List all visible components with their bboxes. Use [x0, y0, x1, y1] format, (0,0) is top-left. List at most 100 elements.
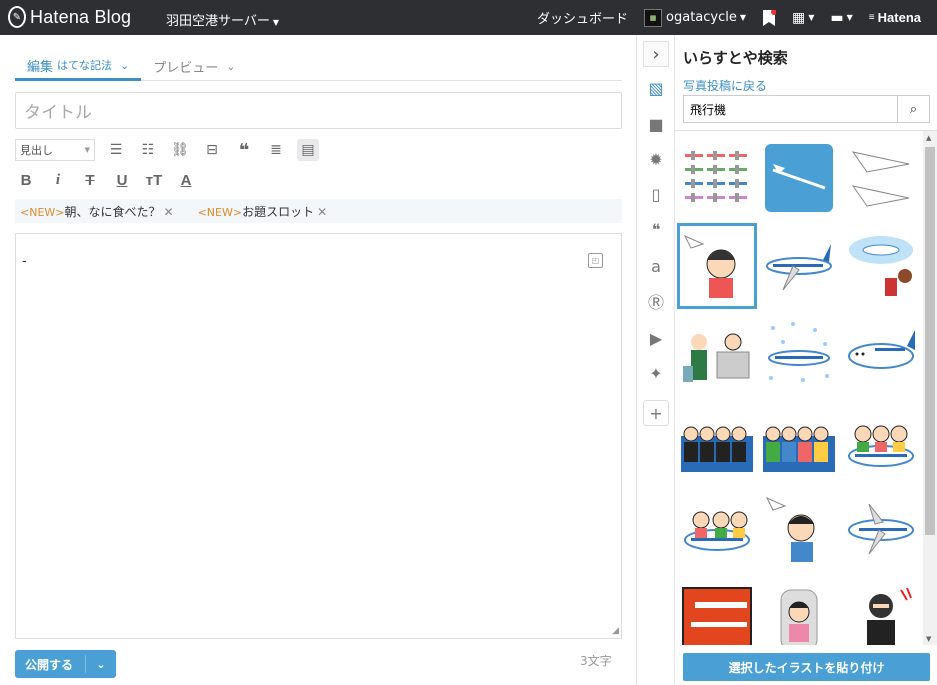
- youtube-icon[interactable]: ▶: [643, 325, 669, 351]
- text-style-toolbar: B i T U тT A: [15, 168, 197, 192]
- hatena-blog-logo[interactable]: ✎ Hatena Blog: [8, 6, 131, 28]
- paragraph-icon[interactable]: ≣: [265, 139, 287, 161]
- quote-icon[interactable]: ❝: [643, 216, 669, 242]
- thumbnail-family-airplane[interactable]: [841, 399, 921, 485]
- results-list: ▲ ▼: [675, 130, 937, 645]
- suggestion-text: お題スロット: [242, 204, 315, 219]
- title-input[interactable]: タイトル: [15, 92, 622, 129]
- resize-handle-icon[interactable]: ◢: [612, 626, 619, 636]
- paste-selected-button[interactable]: 選択したイラストを貼り付け: [683, 653, 930, 681]
- tab-preview[interactable]: プレビュー ⌄: [141, 52, 247, 81]
- panel-title: いらすとや検索: [683, 49, 788, 67]
- thumbnail-airplane-sky[interactable]: [759, 135, 839, 221]
- hatena-brand[interactable]: ≡ Hatena: [869, 10, 921, 25]
- thumbnail-girl-paper-plane[interactable]: [677, 223, 757, 309]
- back-to-photo-link[interactable]: 写真投稿に戻る: [683, 77, 767, 94]
- body-text: -: [22, 254, 27, 269]
- bold-icon[interactable]: B: [15, 169, 37, 191]
- airplane-sky-illustration: [765, 144, 833, 212]
- folder-icon[interactable]: ■: [643, 111, 669, 137]
- heading-select[interactable]: 見出し ▼: [15, 139, 95, 161]
- messages-menu[interactable]: ▬ ▼: [830, 10, 852, 26]
- dashboard-link[interactable]: ダッシュボード: [537, 8, 628, 27]
- brand-text: Hatena: [877, 10, 921, 25]
- thumbnail-flight-recorder[interactable]: [677, 575, 757, 645]
- bookmark-icon: [763, 9, 777, 26]
- close-icon[interactable]: ✕: [317, 205, 327, 219]
- twitter-icon[interactable]: ✦: [643, 360, 669, 386]
- scrollbar[interactable]: ▲ ▼: [923, 131, 937, 645]
- body-editor[interactable]: - ◰ ◢: [15, 233, 622, 639]
- tool-sidebar: › ▧ ■ ✹ ▯ ❝ a Ⓡ ▶ ✦ +: [636, 35, 674, 685]
- thumbnail-airplane-snow[interactable]: [759, 311, 839, 397]
- heading-select-value: 見出し: [20, 144, 53, 157]
- image-icon[interactable]: ▧: [643, 75, 669, 101]
- thumbnail-airplane-seat[interactable]: [759, 575, 839, 645]
- thumbnail-hijacker[interactable]: [841, 575, 921, 645]
- search-input[interactable]: [684, 96, 897, 122]
- scroll-up-icon[interactable]: ▲: [926, 134, 931, 142]
- hijacker-illustration: [867, 587, 912, 645]
- chevron-down-icon[interactable]: ⌄: [86, 658, 116, 671]
- kids-airplane-illustration: [684, 511, 750, 551]
- thumbnail-airplane-face[interactable]: [841, 311, 921, 397]
- quote-icon[interactable]: ❝: [233, 139, 255, 161]
- fullscreen-preview-icon[interactable]: ◰: [588, 253, 603, 268]
- suggestion-item[interactable]: <NEW>お題スロット ✕: [198, 203, 328, 220]
- char-count: 3文字: [580, 654, 612, 668]
- bullet-list-icon[interactable]: ☰: [105, 139, 127, 161]
- airplane-travel-illustration: [849, 236, 913, 296]
- apps-menu[interactable]: ▦ ▼: [792, 10, 814, 26]
- passengers-1-illustration: [681, 426, 753, 472]
- user-menu[interactable]: ▦ ogatacycle ▼: [644, 8, 746, 27]
- grid-icon: ▦: [792, 9, 806, 26]
- italic-icon[interactable]: i: [47, 169, 69, 191]
- scroll-down-icon[interactable]: ▼: [926, 635, 931, 643]
- suggestion-item[interactable]: <NEW>朝、なに食べた？ ✕: [20, 203, 174, 220]
- thumbnail-airplanes-set[interactable]: [677, 135, 757, 221]
- thumbnail-passengers-2[interactable]: [759, 399, 839, 485]
- hatena-logo-icon: ≡: [868, 12, 875, 23]
- thumbnail-boy-paper-plane[interactable]: [759, 487, 839, 573]
- airplane-snow-illustration: [768, 322, 830, 382]
- thumbnail-kids-airplane[interactable]: [677, 487, 757, 573]
- numbered-list-icon[interactable]: ☷: [137, 139, 159, 161]
- add-icon[interactable]: +: [643, 400, 669, 426]
- logo-pen-icon: ✎: [8, 6, 26, 28]
- results-grid: [677, 135, 921, 645]
- collapse-panel-icon[interactable]: ›: [643, 41, 669, 67]
- tab-edit[interactable]: 編集 はてな記法 ⌄: [15, 52, 142, 81]
- text-color-icon[interactable]: A: [175, 169, 197, 191]
- airplane-face-illustration: [848, 330, 915, 369]
- thumbnail-airplane-side[interactable]: [841, 487, 921, 573]
- scrollbar-thumb[interactable]: [925, 147, 935, 535]
- underline-icon[interactable]: U: [111, 169, 133, 191]
- chevron-down-icon: ▼: [846, 13, 853, 22]
- amazon-icon[interactable]: a: [643, 253, 669, 279]
- publish-button[interactable]: 公開する ⌄: [15, 650, 116, 678]
- topic-suggestions: <NEW>朝、なに食べた？ ✕ <NEW>お題スロット ✕: [15, 199, 622, 223]
- close-icon[interactable]: ✕: [164, 205, 174, 219]
- link-icon[interactable]: ⛓: [169, 139, 191, 161]
- flight-recorder-illustration: [682, 587, 752, 645]
- gear-icon[interactable]: ✹: [643, 146, 669, 172]
- bookmark-button[interactable]: [762, 9, 777, 26]
- rakuten-icon[interactable]: Ⓡ: [643, 288, 669, 314]
- horizontal-rule-icon[interactable]: ⊟: [201, 139, 223, 161]
- search-icon[interactable]: ⌕: [897, 96, 929, 122]
- thumbnail-jet-airplane[interactable]: [759, 223, 839, 309]
- top-bar-right: ダッシュボード ▦ ogatacycle ▼ ▦ ▼ ▬ ▼ ≡ Hatena: [537, 0, 937, 35]
- thumbnail-passengers-1[interactable]: [677, 399, 757, 485]
- chevron-down-icon: ▼: [84, 146, 90, 154]
- publish-label: 公開する: [15, 655, 87, 673]
- thumbnail-airplane-travel[interactable]: [841, 223, 921, 309]
- strikethrough-icon[interactable]: T: [79, 169, 101, 191]
- document-icon[interactable]: ▯: [643, 181, 669, 207]
- thumbnail-airport-checkin[interactable]: [677, 311, 757, 397]
- thumbnail-paper-airplanes[interactable]: [841, 135, 921, 221]
- table-icon[interactable]: ▤: [297, 139, 319, 161]
- username: ogatacycle: [666, 10, 737, 25]
- font-size-icon[interactable]: тT: [143, 169, 165, 191]
- blog-selector[interactable]: 羽田空港サーバー ▼: [166, 10, 279, 29]
- irasutoya-panel: いらすとや検索 写真投稿に戻る ⌕ ▲ ▼ 選択したイラストを貼り付け: [674, 35, 937, 685]
